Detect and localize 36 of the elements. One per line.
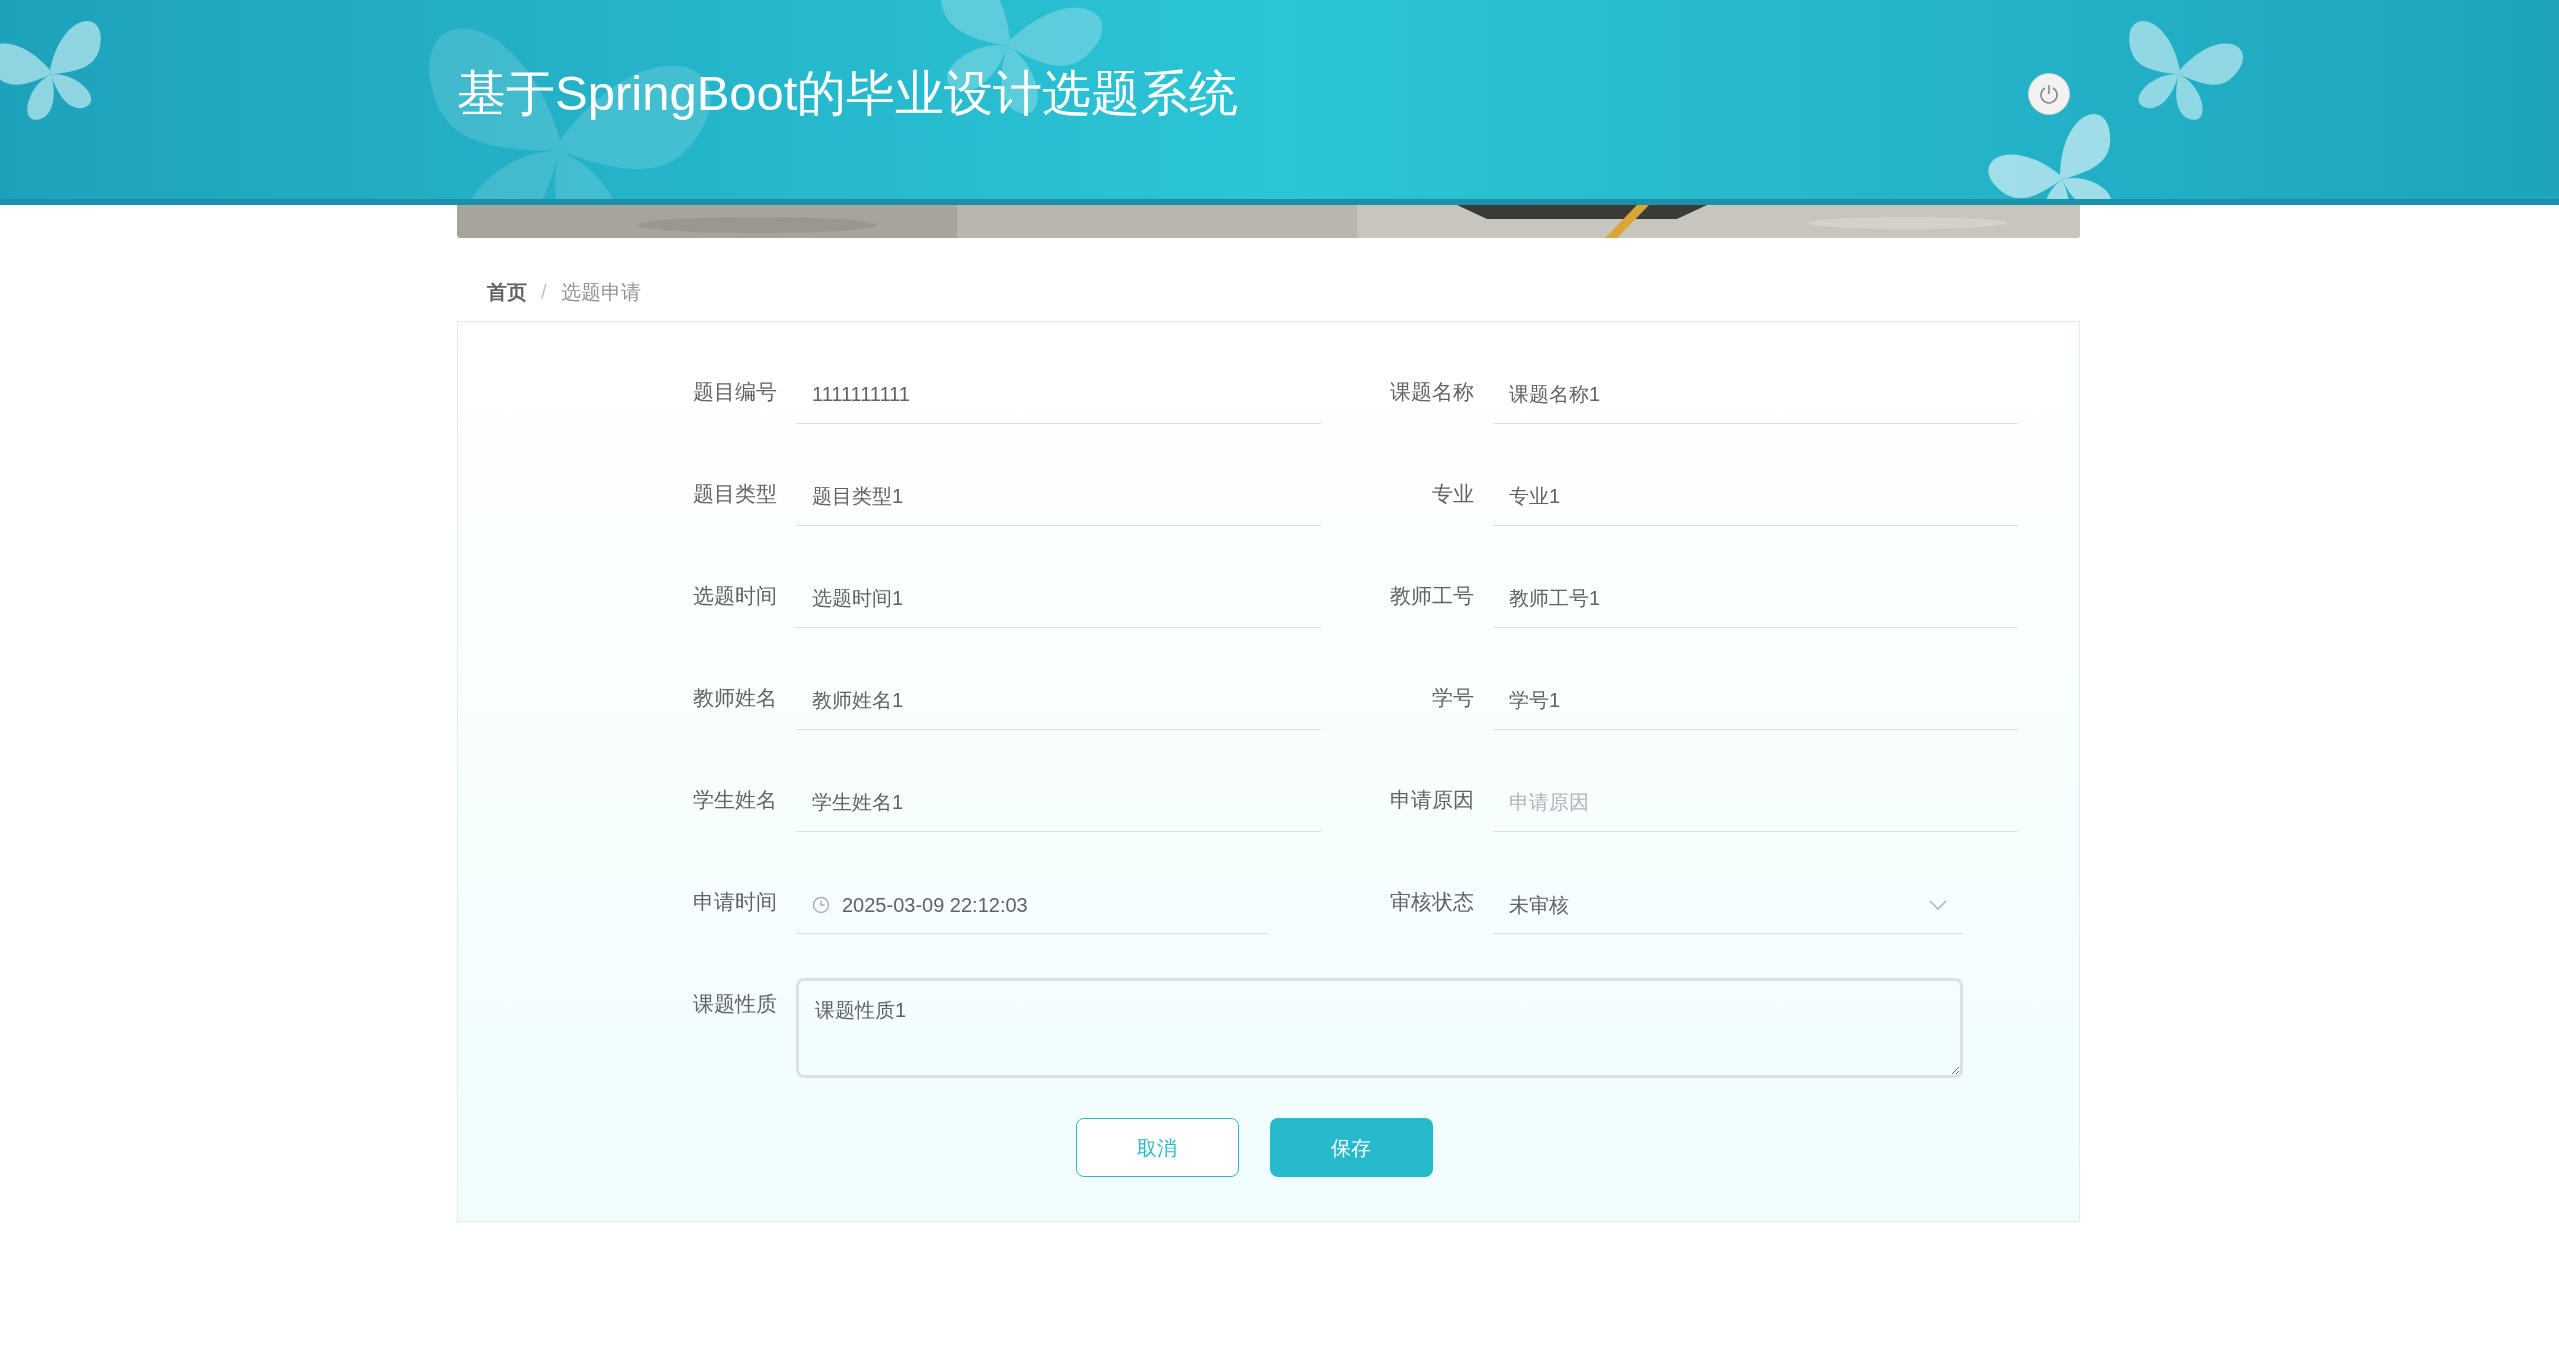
date-field[interactable]: 2025-03-09 22:12:03: [796, 876, 1268, 934]
breadcrumb-link[interactable]: 首页: [487, 277, 527, 307]
text-field[interactable]: 题目类型1: [796, 468, 1321, 526]
text-field[interactable]: 课题名称1: [1493, 366, 2018, 424]
field-label: 审核状态: [1389, 889, 1475, 916]
date-value: 2025-03-09 22:12:03: [842, 892, 1028, 918]
textarea-field[interactable]: 课题性质1: [796, 978, 1963, 1078]
clock-icon: [812, 895, 830, 914]
field-label: 教师姓名: [692, 685, 778, 712]
field-label: 申请原因: [1389, 787, 1475, 814]
field-label: 课题名称: [1389, 379, 1475, 406]
text-field[interactable]: 学号1: [1493, 672, 2018, 730]
text-field[interactable]: 选题时间1: [796, 570, 1321, 628]
breadcrumb-separator: /: [541, 280, 547, 305]
page-title: 基于SpringBoot的毕业设计选题系统: [457, 64, 1239, 122]
field-label: 教师工号: [1389, 583, 1475, 610]
text-field[interactable]: 教师工号1: [1493, 570, 2018, 628]
field-label: 专业: [1431, 481, 1475, 508]
field-label: 申请时间: [692, 889, 778, 916]
text-field[interactable]: 专业1: [1493, 468, 2018, 526]
select-field[interactable]: 未审核: [1493, 876, 1963, 934]
field-label: 学号: [1431, 685, 1475, 712]
field-label: 课题性质: [692, 991, 778, 1017]
text-field[interactable]: 学生姓名1: [796, 774, 1321, 832]
select-value: 未审核: [1509, 892, 1569, 918]
text-field[interactable]: 1111111111: [796, 366, 1321, 424]
field-label: 题目编号: [692, 379, 778, 406]
field-label: 题目类型: [692, 481, 778, 508]
breadcrumb-link[interactable]: 选题申请: [560, 277, 641, 307]
power-button[interactable]: [2028, 72, 2070, 115]
power-icon: [2038, 82, 2060, 105]
text-field[interactable]: 申请原因: [1493, 774, 2018, 832]
text-field[interactable]: 教师姓名1: [796, 672, 1321, 730]
chevron-down-icon: [1929, 899, 1947, 910]
field-label: 选题时间: [692, 583, 778, 610]
field-label: 学生姓名: [692, 787, 778, 814]
